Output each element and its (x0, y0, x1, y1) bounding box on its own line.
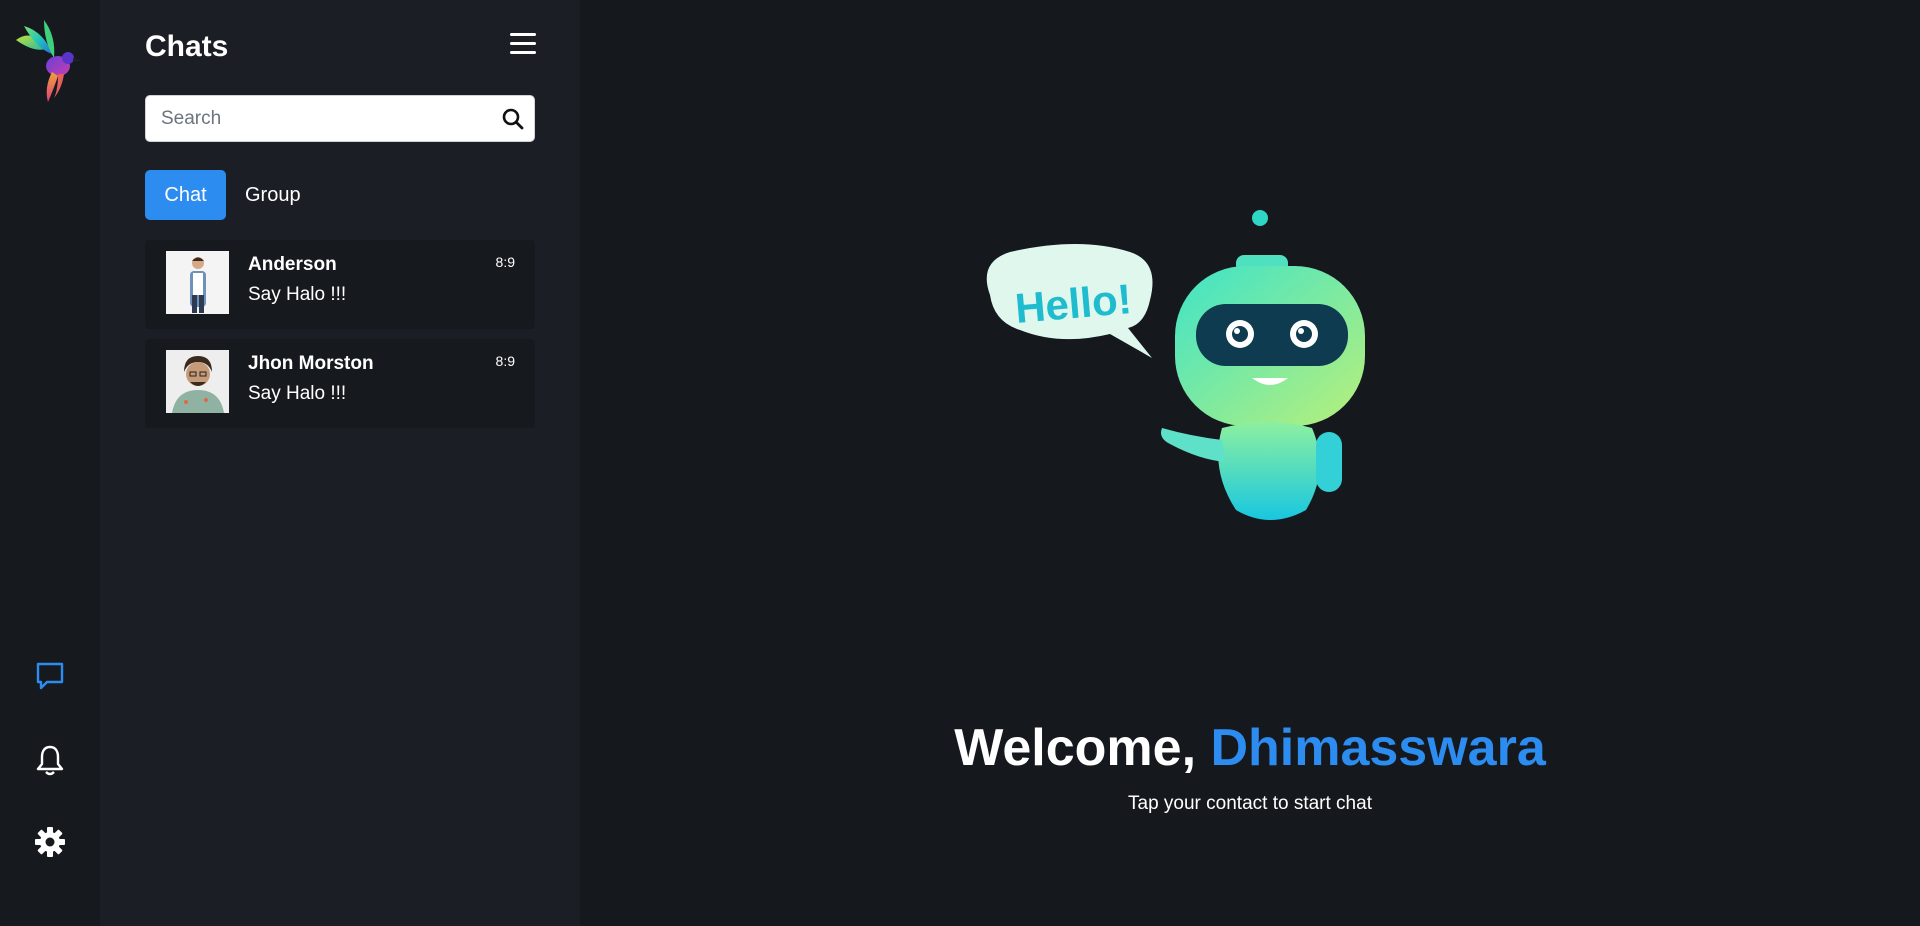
chat-list-panel: Chats Chat Group Anderson Say Halo !!! 8… (100, 0, 580, 926)
search-icon[interactable] (502, 108, 524, 130)
contact-name: Anderson (248, 254, 337, 275)
message-time: 8:9 (495, 353, 515, 369)
search-box (145, 95, 535, 142)
nav-chats-button[interactable] (30, 656, 70, 696)
search-input[interactable] (146, 96, 486, 141)
tab-group[interactable]: Group (225, 170, 321, 220)
username: Dhimasswara (1210, 719, 1546, 777)
panel-title: Chats (145, 30, 229, 63)
welcome-heading: Welcome, Dhimasswara (580, 718, 1920, 778)
bell-icon (36, 745, 64, 776)
robot-illustration: Hello! (986, 210, 1365, 520)
hamburger-icon (510, 33, 536, 36)
icon-rail (0, 0, 100, 926)
chat-list-item[interactable]: Jhon Morston Say Halo !!! 8:9 (145, 339, 535, 428)
menu-button[interactable] (510, 33, 536, 57)
welcome-area: Hello! Welcome, Dhimasswara Tap your con… (580, 0, 1920, 926)
avatar (166, 251, 229, 314)
chat-list-item[interactable]: Anderson Say Halo !!! 8:9 (145, 240, 535, 329)
logo-bird-icon[interactable] (14, 18, 86, 104)
nav-settings-button[interactable] (30, 822, 70, 862)
welcome-subtitle: Tap your contact to start chat (1128, 793, 1372, 814)
welcome-text: Welcome, (954, 719, 1211, 777)
nav-notifications-button[interactable] (30, 740, 70, 780)
gear-icon (35, 827, 65, 857)
last-message: Say Halo !!! (248, 383, 347, 404)
avatar (166, 350, 229, 413)
message-time: 8:9 (495, 254, 515, 270)
tab-chat[interactable]: Chat (145, 170, 226, 220)
contact-name: Jhon Morston (248, 353, 374, 374)
last-message: Say Halo !!! (248, 284, 347, 305)
chat-bubble-icon (36, 662, 64, 690)
